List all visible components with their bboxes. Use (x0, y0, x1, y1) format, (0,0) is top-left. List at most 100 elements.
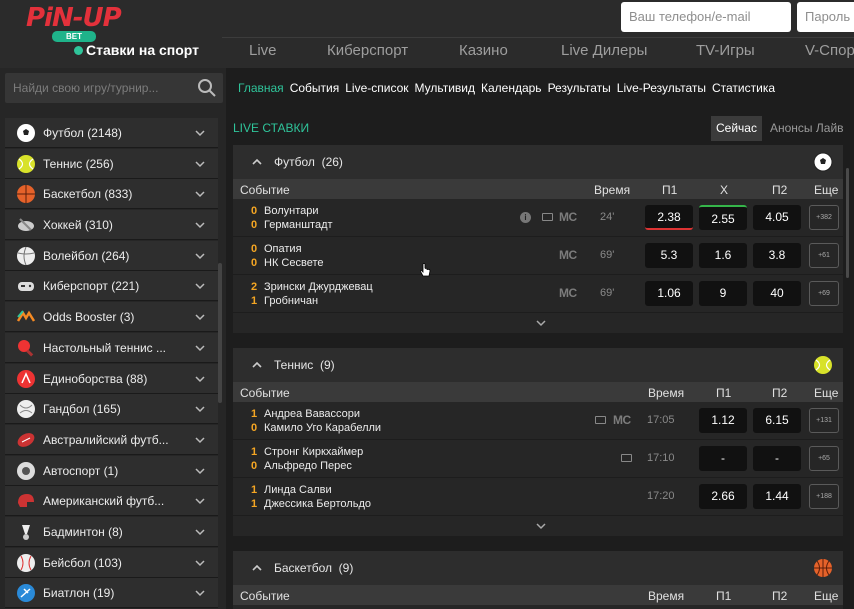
topnav-casino[interactable]: Казино (459, 42, 508, 59)
subnav-item[interactable]: Результаты (548, 81, 611, 95)
chevron-down-icon[interactable] (535, 318, 547, 328)
odd-x[interactable]: 1.6 (699, 243, 747, 268)
tv-icon[interactable] (621, 454, 632, 462)
odd-p2[interactable]: 1.44 (753, 484, 801, 509)
subnav-item[interactable]: Live-Результаты (617, 81, 706, 95)
chevron-down-icon[interactable] (194, 219, 206, 231)
chevron-up-icon[interactable] (251, 562, 263, 574)
event-row[interactable]: 1 Линда Салви 1 Джессика Бертольдо 17:20 2.66… (233, 478, 843, 516)
login-field[interactable]: Ваш телефон/e-mail (621, 2, 791, 32)
chevron-down-icon[interactable] (194, 250, 206, 262)
event-row[interactable]: 0 Опатия 0 НК Сесвете MC 69' 5.3 1.6 3.8 +61 (233, 237, 843, 275)
sidebar-item[interactable]: Хоккей (310) (5, 210, 218, 241)
expand-toggle[interactable] (233, 313, 843, 333)
event-row[interactable]: 1 Андреа Вавассори 0 Камило Уго Карабелли MC… (233, 402, 843, 440)
odd-p1[interactable]: - (699, 446, 747, 471)
sidebar-item[interactable]: Настольный теннис ... (5, 332, 218, 363)
chevron-down-icon[interactable] (194, 158, 206, 170)
odd-p1[interactable]: 2.38 (645, 205, 693, 230)
more-markets-button[interactable]: +61 (809, 243, 839, 268)
more-markets-button[interactable]: +65 (809, 446, 839, 471)
sidebar-item[interactable]: Автоспорт (1) (5, 455, 218, 486)
odd-p2[interactable]: 3.8 (753, 243, 801, 268)
odd-p1[interactable]: 5.3 (645, 243, 693, 268)
sidebar-item[interactable]: Баскетбол (833) (5, 179, 218, 210)
chevron-down-icon[interactable] (194, 557, 206, 569)
sidebar-item[interactable]: Киберспорт (221) (5, 271, 218, 302)
sidebar-item[interactable]: Биатлон (19) (5, 578, 218, 609)
odd-p2[interactable]: 6.15 (753, 408, 801, 433)
chevron-down-icon[interactable] (194, 465, 206, 477)
chevron-down-icon[interactable] (194, 434, 206, 446)
search-input[interactable]: Найди свою игру/турнир... (13, 81, 158, 95)
chevron-down-icon[interactable] (194, 280, 206, 292)
subnav-item[interactable]: Live-список (345, 81, 408, 95)
more-markets-button[interactable]: +69 (809, 281, 839, 306)
sidebar-item[interactable]: Odds Booster (3) (5, 302, 218, 333)
odd-p2[interactable]: 40 (753, 281, 801, 306)
odd-x[interactable]: 2.55 (699, 205, 747, 230)
chevron-up-icon[interactable] (251, 359, 263, 371)
topnav-esports[interactable]: Киберспорт (327, 42, 408, 59)
sidebar-item[interactable]: Бадминтон (8) (5, 516, 218, 547)
subnav-item[interactable]: Главная (238, 81, 284, 95)
sidebar-item[interactable]: Американский футб... (5, 486, 218, 517)
logo[interactable]: PiN-UP BET (26, 4, 126, 42)
more-markets-button[interactable]: +131 (809, 408, 839, 433)
more-markets-button[interactable]: +382 (809, 205, 839, 230)
topnav-tv-games[interactable]: TV-Игры (696, 42, 755, 59)
search-icon[interactable] (197, 78, 217, 98)
match-center-icon[interactable]: MC (559, 248, 577, 262)
block-header[interactable]: Теннис (9) (233, 348, 843, 382)
sidebar-item[interactable]: Бейсбол (103) (5, 547, 218, 578)
chevron-down-icon[interactable] (194, 188, 206, 200)
subnav-item[interactable]: Статистика (712, 81, 775, 95)
topnav-live-dealers[interactable]: Live Дилеры (561, 42, 647, 59)
odd-p1[interactable]: 2.66 (699, 484, 747, 509)
chevron-down-icon[interactable] (194, 127, 206, 139)
sidebar-scrollbar[interactable] (218, 263, 222, 403)
odd-p1[interactable]: 1.12 (699, 408, 747, 433)
event-row[interactable]: 2 Зрински Джурджевац 1 Гробничан MC 69' 1.06 9 4… (233, 275, 843, 313)
block-header[interactable]: Футбол (26) (233, 145, 843, 179)
chevron-down-icon[interactable] (194, 495, 206, 507)
tv-icon[interactable] (595, 416, 606, 424)
subnav-item[interactable]: Календарь (481, 81, 542, 95)
match-center-icon[interactable]: MC (559, 210, 577, 224)
chevron-down-icon[interactable] (194, 373, 206, 385)
tab-announcements[interactable]: Анонсы Лайв (770, 121, 844, 135)
more-markets-button[interactable]: +188 (809, 484, 839, 509)
chevron-down-icon[interactable] (194, 403, 206, 415)
chevron-up-icon[interactable] (251, 156, 263, 168)
tab-now[interactable]: Сейчас (711, 116, 762, 141)
subnav-item[interactable]: Мультивид (415, 81, 475, 95)
section-title[interactable]: Ставки на спорт (74, 42, 199, 58)
odd-p2[interactable]: 4.05 (753, 205, 801, 230)
match-center-icon[interactable]: MC (559, 286, 577, 300)
event-row[interactable]: 1 Стронг Киркхаймер 0 Альфредо Перес 17:10 - -… (233, 440, 843, 478)
sidebar-item[interactable]: Единоборства (88) (5, 363, 218, 394)
main-scrollbar[interactable] (846, 168, 849, 278)
topnav-live[interactable]: Live (249, 42, 277, 59)
expand-toggle[interactable] (233, 516, 843, 536)
subnav-item[interactable]: События (290, 81, 340, 95)
sidebar-item[interactable]: Волейбол (264) (5, 240, 218, 271)
sidebar-item[interactable]: Теннис (256) (5, 148, 218, 179)
info-icon[interactable]: i (520, 212, 531, 223)
odd-x[interactable]: 9 (699, 281, 747, 306)
topnav-v-sport[interactable]: V-Спорт (805, 42, 854, 59)
tv-icon[interactable] (542, 213, 553, 221)
sidebar-item[interactable]: Гандбол (165) (5, 394, 218, 425)
odd-p1[interactable]: 1.06 (645, 281, 693, 306)
sidebar-item[interactable]: Австралийский футб... (5, 424, 218, 455)
sidebar-item[interactable]: Футбол (2148) (5, 118, 218, 148)
event-row[interactable]: 0 Волунтари 0 Германштадт i MC 24' 2.38 2.55 4.05… (233, 199, 843, 237)
match-center-icon[interactable]: MC (613, 413, 631, 427)
chevron-down-icon[interactable] (194, 311, 206, 323)
chevron-down-icon[interactable] (535, 521, 547, 531)
chevron-down-icon[interactable] (194, 342, 206, 354)
password-field[interactable]: Пароль (797, 2, 854, 32)
chevron-down-icon[interactable] (194, 526, 206, 538)
block-header[interactable]: Баскетбол (9) (233, 551, 843, 585)
odd-p2[interactable]: - (753, 446, 801, 471)
